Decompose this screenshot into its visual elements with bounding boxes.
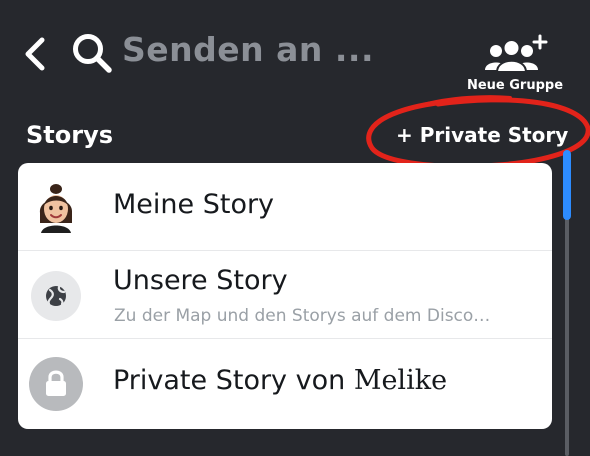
back-chevron-icon[interactable] xyxy=(22,36,50,72)
story-title: Meine Story xyxy=(113,189,275,220)
globe-icon xyxy=(46,285,66,306)
story-row-my-story[interactable]: Meine Story xyxy=(18,163,552,251)
bitmoji-avatar-icon xyxy=(39,184,73,233)
lock-icon xyxy=(46,370,66,396)
globe-icon-circle xyxy=(31,271,81,321)
stories-list: Meine Story Unsere Story Zu der Map und … xyxy=(18,163,552,429)
story-row-our-story[interactable]: Unsere Story Zu der Map und den Storys a… xyxy=(18,251,552,339)
story-title: Private Story von Melike xyxy=(113,365,447,396)
story-title: Unsere Story xyxy=(113,265,288,296)
story-title-text: Private Story von xyxy=(113,365,354,396)
story-title-name: Melike xyxy=(353,365,448,396)
search-input[interactable]: Senden an ... xyxy=(122,30,374,69)
search-icon xyxy=(73,34,112,73)
new-group-label: Neue Gruppe xyxy=(466,78,564,93)
stories-section-title: Storys xyxy=(26,121,114,149)
story-row-private-story[interactable]: Private Story von Melike xyxy=(18,339,552,427)
lock-icon-circle xyxy=(29,357,83,411)
story-subtitle: Zu der Map und den Storys auf dem Disco… xyxy=(114,306,491,326)
scrollbar-thumb[interactable] xyxy=(563,150,571,220)
new-group-button[interactable]: Neue Gruppe xyxy=(460,28,570,98)
add-group-icon xyxy=(485,34,548,73)
header: Senden an ... Neue Gruppe xyxy=(0,0,590,110)
add-private-story-button[interactable]: + Private Story xyxy=(396,123,568,147)
